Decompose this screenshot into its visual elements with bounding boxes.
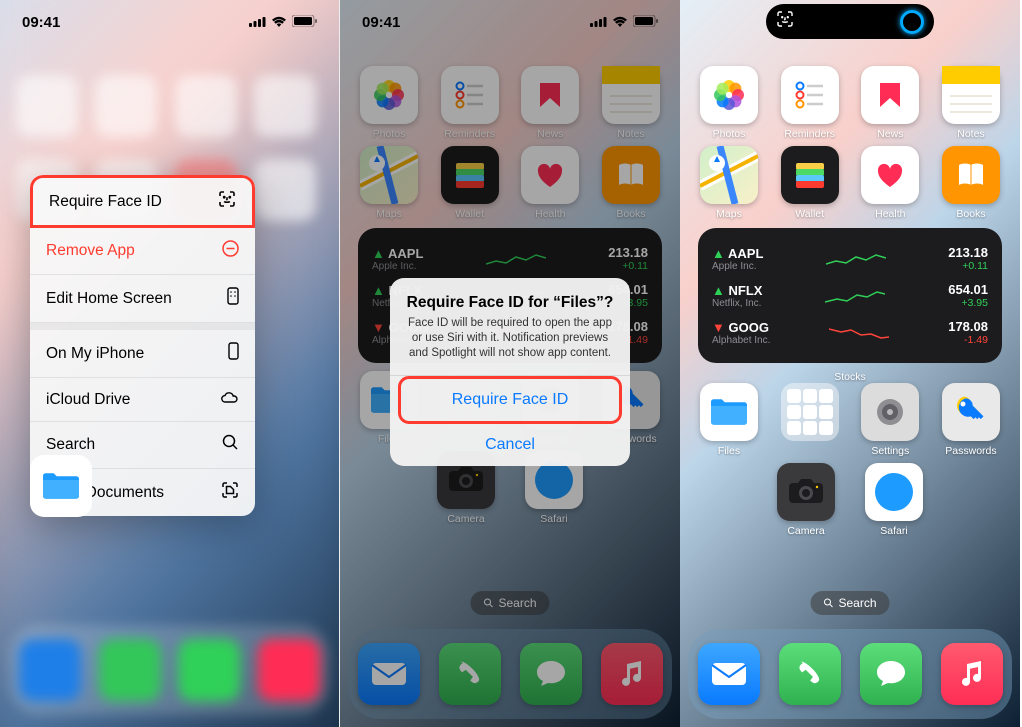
alert-message: Face ID will be required to open the app… — [406, 316, 614, 361]
menu-remove-app[interactable]: Remove App — [30, 228, 255, 275]
app-maps[interactable]: Maps — [694, 146, 764, 220]
menu-on-my-iphone[interactable]: On My iPhone — [30, 330, 255, 378]
dock — [688, 629, 1012, 719]
app-safari[interactable]: Safari — [859, 463, 929, 537]
app-passwords[interactable]: Passwords — [936, 383, 1006, 457]
home-screen: Photos Reminders News Notes Maps Wallet … — [680, 60, 1020, 727]
faceid-icon — [218, 190, 236, 213]
dock-music[interactable] — [941, 643, 1003, 705]
signal-icon — [249, 14, 266, 31]
dock-mail[interactable] — [698, 643, 760, 705]
remove-icon — [222, 240, 239, 262]
menu-require-faceid[interactable]: Require Face ID — [30, 175, 255, 228]
app-wallet[interactable]: Wallet — [775, 146, 845, 220]
app-photos[interactable]: Photos — [694, 66, 764, 140]
menu-icloud-drive[interactable]: iCloud Drive — [30, 378, 255, 422]
app-health[interactable]: Health — [855, 146, 925, 220]
app-settings[interactable]: Settings — [855, 383, 925, 457]
iphone-icon — [228, 342, 239, 365]
app-notes[interactable]: Notes — [936, 66, 1006, 140]
dock-messages[interactable] — [860, 643, 922, 705]
cloud-icon — [219, 390, 239, 409]
dynamic-island[interactable] — [766, 4, 934, 39]
status-time: 09:41 — [22, 14, 60, 31]
widget-label: Stocks — [694, 371, 1006, 383]
battery-icon — [292, 14, 317, 31]
wifi-icon — [271, 14, 287, 31]
screenshot-dynamic-island: Photos Reminders News Notes Maps Wallet … — [680, 0, 1020, 727]
search-icon — [823, 598, 833, 608]
menu-edit-homescreen[interactable]: Edit Home Screen — [30, 275, 255, 323]
phone-apps-icon — [227, 287, 239, 310]
alert-confirm-button[interactable]: Require Face ID — [398, 376, 622, 424]
faceid-scanning-icon — [900, 10, 924, 34]
app-reminders[interactable]: Reminders — [775, 66, 845, 140]
files-app-icon[interactable] — [30, 455, 92, 517]
app-books[interactable]: Books — [936, 146, 1006, 220]
status-bar: 09:41 — [0, 0, 339, 44]
app-news[interactable]: News — [855, 66, 925, 140]
spotlight-search[interactable]: Search — [810, 591, 889, 615]
app-folder[interactable] — [775, 383, 845, 457]
faceid-alert: Require Face ID for “Files”? Face ID wil… — [390, 278, 630, 466]
screenshot-alert: 09:41 Photos Reminders News Notes Maps W… — [340, 0, 680, 727]
app-files[interactable]: Files — [694, 383, 764, 457]
alert-cancel-button[interactable]: Cancel — [390, 424, 630, 466]
stocks-widget[interactable]: ▲ AAPLApple Inc.213.18+0.11 ▲ NFLXNetfli… — [698, 228, 1002, 363]
dock-phone[interactable] — [779, 643, 841, 705]
scan-icon — [221, 481, 239, 504]
alert-title: Require Face ID for “Files”? — [406, 294, 614, 312]
faceid-glyph-icon — [776, 10, 794, 33]
search-icon — [222, 434, 239, 456]
screenshot-context-menu: 09:41 Require Face ID Remove App Edit Ho… — [0, 0, 340, 727]
app-camera[interactable]: Camera — [771, 463, 841, 537]
